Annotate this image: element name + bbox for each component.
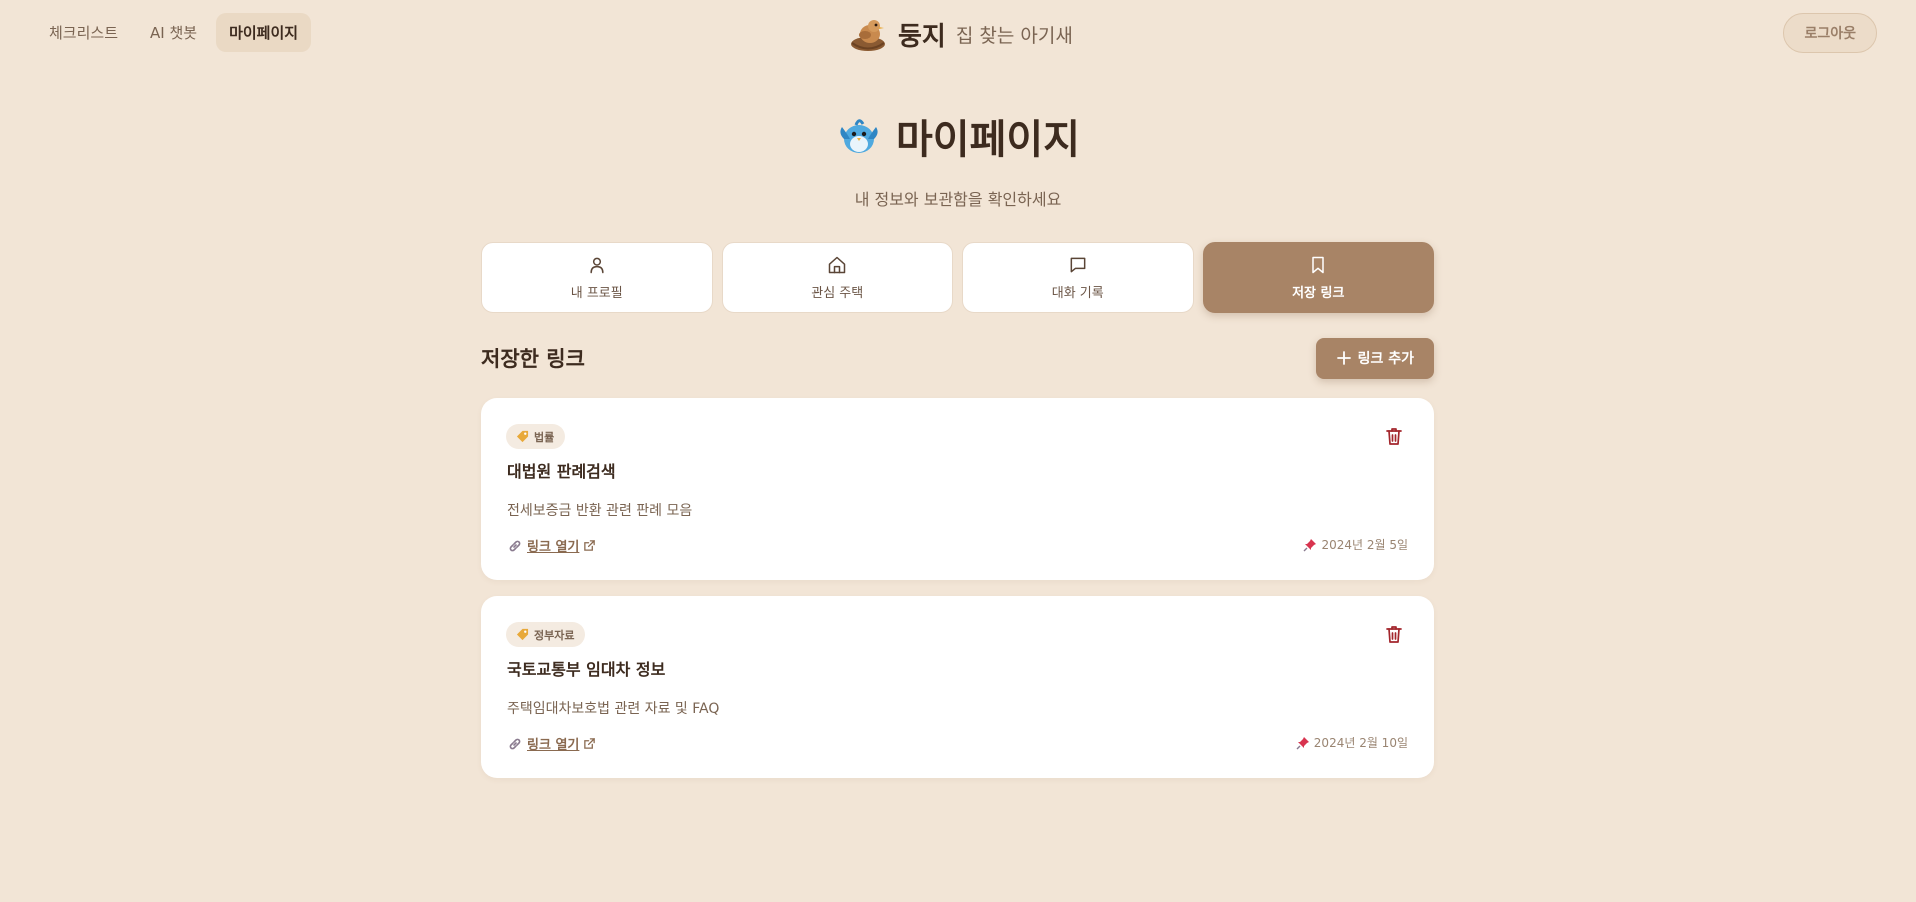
external-link-icon [584,540,596,551]
saved-date-text: 2024년 2월 10일 [1313,736,1408,750]
nav-links: 체크리스트 AI 챗봇 마이페이지 [36,13,312,52]
link-icon [509,738,521,749]
saved-date: 2024년 2월 5일 [1303,536,1408,553]
category-label: 정부자료 [534,628,575,642]
tag-icon [516,430,529,443]
home-icon [829,256,846,273]
tab-label: 내 프로필 [570,285,623,301]
open-link[interactable]: 링크 열기 [507,536,596,555]
open-link-label: 링크 열기 [527,738,580,753]
saved-date-text: 2024년 2월 5일 [1321,538,1408,552]
link-description: 전세보증금 반환 관련 판례 모음 [507,503,693,519]
brand-name: 둥지 [898,21,946,52]
pushpin-icon [1296,736,1309,749]
link-title: 국토교통부 임대차 정보 [507,660,666,679]
brand-logo[interactable]: 둥지 집 찾는 아기새 [848,14,1073,54]
tab-label: 저장 링크 [1292,285,1345,301]
page-header: 마이페이지 내 정보와 보관함을 확인하세요 [0,106,1916,210]
mypage-tabs: 내 프로필 관심 주택 대화 기록 저장 링크 [481,242,1434,313]
open-link-label: 링크 열기 [527,540,580,555]
user-icon [590,257,604,273]
logout-button[interactable]: 로그아웃 [1783,13,1877,53]
page-title-row: 마이페이지 [836,106,1080,166]
link-title: 대법원 판례검색 [507,462,616,481]
tab-my-profile[interactable]: 내 프로필 [481,242,713,313]
nav-link-mypage[interactable]: 마이페이지 [216,13,312,52]
tab-label: 대화 기록 [1051,285,1104,301]
trash-icon[interactable] [1384,624,1404,644]
tab-label: 관심 주택 [811,285,864,301]
tab-saved-links[interactable]: 저장 링크 [1202,242,1434,313]
external-link-icon [584,738,596,749]
plus-icon [1336,351,1351,365]
category-label: 법률 [534,430,555,444]
saved-links-header: 저장한 링크 링크 추가 [481,337,1434,379]
bookmark-icon [1312,256,1324,273]
saved-link-card: 정부자료 국토교통부 임대차 정보 주택임대차보호법 관련 자료 및 FAQ 링… [481,596,1434,778]
chat-icon [1070,257,1086,272]
category-badge: 정부자료 [506,622,586,647]
pushpin-icon [1303,538,1317,551]
page-subtitle: 내 정보와 보관함을 확인하세요 [854,190,1062,209]
open-link[interactable]: 링크 열기 [507,734,596,753]
saved-date: 2024년 2월 10일 [1296,734,1408,751]
add-link-button[interactable]: 링크 추가 [1315,337,1434,379]
link-icon [509,540,521,551]
top-navigation: 체크리스트 AI 챗봇 마이페이지 둥지 집 찾는 아기새 로그아웃 [0,0,1916,66]
bird-in-nest-icon [851,20,885,51]
blue-bird-icon [840,119,878,153]
page-title: 마이페이지 [896,117,1080,163]
brand-tagline: 집 찾는 아기새 [955,24,1073,47]
nav-link-ai-chatbot[interactable]: AI 챗봇 [137,13,210,52]
link-description: 주택임대차보호법 관련 자료 및 FAQ [507,701,720,717]
section-title: 저장한 링크 [481,347,585,371]
nav-link-checklist[interactable]: 체크리스트 [36,13,131,52]
tag-icon [516,628,529,641]
category-badge: 법률 [506,424,566,449]
tab-favorite-homes[interactable]: 관심 주택 [721,242,953,313]
add-link-label: 링크 추가 [1357,351,1414,367]
saved-link-card: 법률 대법원 판례검색 전세보증금 반환 관련 판례 모음 링크 열기 2024… [481,398,1434,580]
trash-icon[interactable] [1384,426,1404,446]
tab-chat-history[interactable]: 대화 기록 [962,242,1194,313]
